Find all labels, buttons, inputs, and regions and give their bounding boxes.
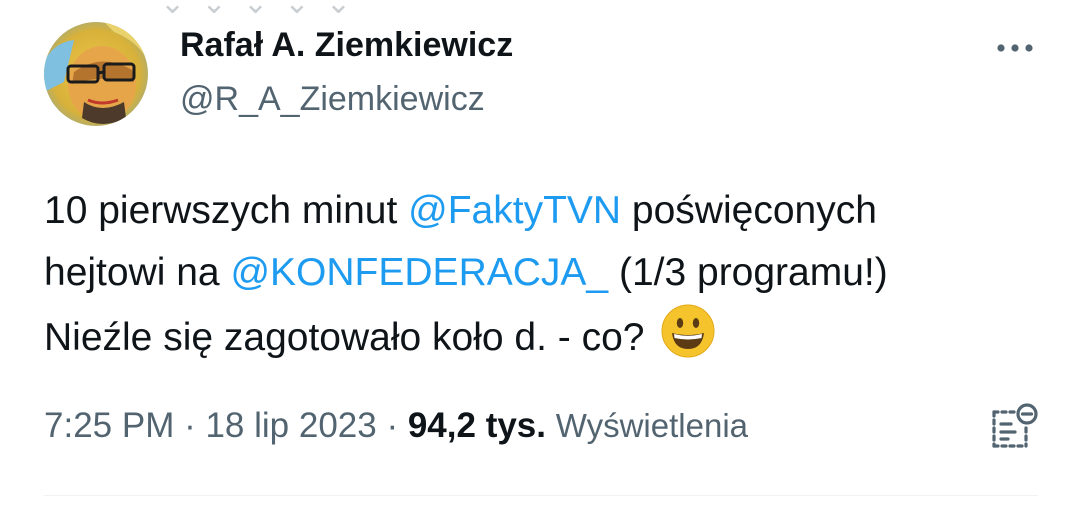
views-count: 94,2 tys. — [407, 406, 546, 445]
divider — [44, 495, 1038, 496]
bookmark-analytics-button[interactable] — [988, 402, 1040, 454]
tweet-date[interactable]: 18 lip 2023 — [205, 406, 376, 445]
grinning-face-emoji-icon — [661, 304, 715, 358]
tweet-time[interactable]: 7:25 PM — [44, 406, 174, 445]
text-segment: hejtowi na — [44, 251, 231, 294]
tweet-text-line: Nieźle się zagotowało koło d. - co? — [44, 304, 1044, 366]
text-segment: (1/3 programu!) — [608, 251, 888, 294]
more-horizontal-icon — [997, 44, 1033, 52]
meta-separator: · — [376, 406, 408, 445]
mention-link-faktytvn[interactable]: @FaktyTVN — [408, 189, 621, 232]
views-label: Wyświetlenia — [555, 407, 748, 444]
author-display-name[interactable]: Rafał A. Ziemkiewicz — [180, 26, 513, 65]
avatar-image — [44, 22, 148, 126]
clipped-previous-content: ⌄ ⌄ ⌄ ⌄ ⌄ — [160, 0, 356, 20]
more-options-button[interactable] — [990, 30, 1040, 66]
tweet-view: ⌄ ⌄ ⌄ ⌄ ⌄ Rafał A. Ziemkiewicz @R_A_Ziem… — [0, 0, 1080, 516]
tweet-meta: 7:25 PM · 18 lip 2023 · 94,2 tys. Wyświe… — [44, 406, 748, 446]
meta-separator: · — [174, 406, 206, 445]
tweet-text-line: 10 pierwszych minut @FaktyTVN poświęcony… — [44, 180, 1044, 242]
text-segment: poświęconych — [621, 189, 877, 232]
tweet-text-line: hejtowi na @KONFEDERACJA_ (1/3 programu!… — [44, 242, 1044, 304]
bookmark-analytics-icon — [992, 403, 1038, 448]
text-segment: Nieźle się zagotowało koło d. - co? — [44, 316, 656, 359]
mention-link-konfederacja[interactable]: @KONFEDERACJA_ — [230, 251, 608, 294]
author-handle[interactable]: @R_A_Ziemkiewicz — [180, 80, 485, 119]
text-segment: 10 pierwszych minut — [44, 189, 409, 232]
avatar[interactable] — [44, 22, 148, 126]
tweet-text: 10 pierwszych minut @FaktyTVN poświęcony… — [44, 180, 1044, 366]
